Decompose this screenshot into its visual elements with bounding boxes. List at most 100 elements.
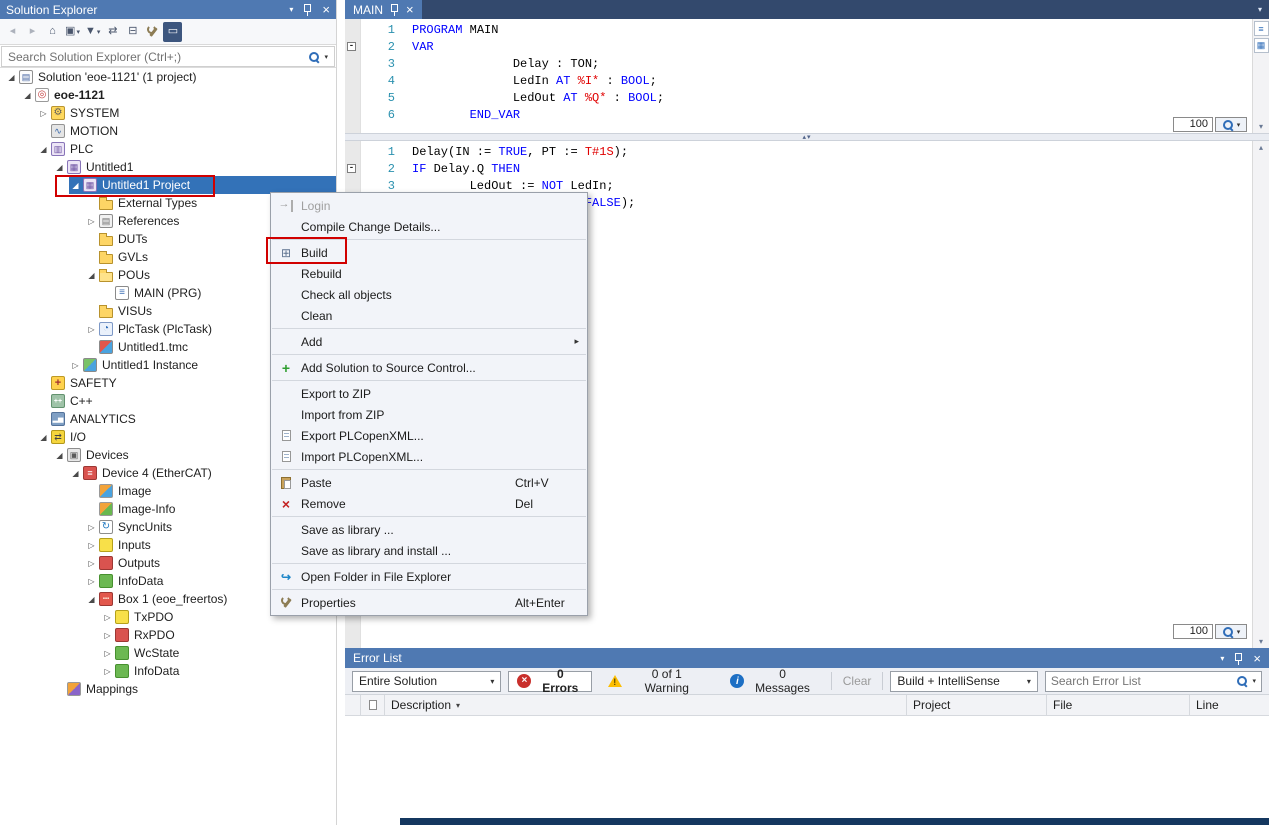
tree-item-label: References — [118, 214, 179, 228]
column-header-project[interactable]: Project — [907, 695, 1047, 715]
zoom-lens-button[interactable]: ▾ — [1215, 117, 1247, 132]
home-button[interactable]: ⌂ — [43, 22, 62, 42]
menu-item-add[interactable]: Add▸ — [271, 331, 587, 352]
menu-item-save-as-library-and-install[interactable]: Save as library and install ... — [271, 540, 587, 561]
error-list-search-input[interactable]: Search Error List ▾ — [1045, 671, 1262, 692]
tree-item-untitled1[interactable]: ◢Untitled1 — [0, 158, 336, 176]
source-filter-dropdown[interactable]: Build + IntelliSense ▾ — [890, 671, 1037, 692]
menu-item-check-all-objects[interactable]: Check all objects — [271, 284, 587, 305]
collapse-arrow-icon[interactable]: ◢ — [85, 271, 98, 280]
menu-item-compile-change-details[interactable]: Compile Change Details... — [271, 216, 587, 237]
tree-item-motion[interactable]: MOTION — [0, 122, 336, 140]
expand-arrow-icon[interactable]: ▷ — [101, 613, 114, 622]
scroll-up-arrow-icon[interactable]: ▴ — [1259, 143, 1263, 152]
collapse-arrow-icon[interactable]: ◢ — [37, 145, 50, 154]
zoom-level-field[interactable]: 100 — [1173, 117, 1213, 132]
collapse-arrow-icon[interactable]: ◢ — [69, 181, 82, 190]
pin-icon[interactable] — [1234, 652, 1243, 665]
expand-arrow-icon[interactable]: ▷ — [101, 649, 114, 658]
editor-splitter[interactable]: ▴▾ — [345, 133, 1269, 141]
menu-item-paste[interactable]: PasteCtrl+V — [271, 472, 587, 493]
menu-item-add-solution-to-source-control[interactable]: Add Solution to Source Control... — [271, 357, 587, 378]
tree-item-solution-eoe-1121-1-project[interactable]: ◢Solution 'eoe-1121' (1 project) — [0, 68, 336, 86]
collapse-arrow-icon[interactable]: ◢ — [53, 163, 66, 172]
expand-arrow-icon[interactable]: ▷ — [101, 667, 114, 676]
collapse-arrow-icon[interactable]: ◢ — [37, 433, 50, 442]
collapse-all-button[interactable]: ⊟ — [123, 22, 142, 42]
scope-filter-dropdown[interactable]: Entire Solution ▾ — [352, 671, 501, 692]
switch-views-button[interactable]: ▣▾ — [63, 22, 82, 42]
clear-button[interactable]: Clear — [839, 674, 876, 688]
expand-arrow-icon[interactable]: ▷ — [85, 541, 98, 550]
tree-item-eoe-1121[interactable]: ◢eoe-1121 — [0, 86, 336, 104]
expand-arrow-icon[interactable]: ▷ — [85, 523, 98, 532]
close-icon[interactable]: × — [322, 3, 330, 16]
chevron-down-icon: ▾ — [76, 28, 80, 36]
scroll-down-arrow-icon[interactable]: ▾ — [1259, 637, 1263, 646]
intellisense-toggle-icon[interactable]: ≡ — [1254, 21, 1269, 36]
collapse-arrow-icon[interactable]: ◢ — [85, 595, 98, 604]
preview-selected-button[interactable]: ▭ — [163, 22, 182, 42]
references-icon — [99, 214, 113, 228]
menu-item-export-to-zip[interactable]: Export to ZIP — [271, 383, 587, 404]
pin-icon[interactable] — [303, 3, 312, 16]
zoom-level-field[interactable]: 100 — [1173, 624, 1213, 639]
tree-item-rxpdo[interactable]: ▷RxPDO — [0, 626, 336, 644]
grid-view-icon[interactable]: ▦ — [1254, 38, 1269, 53]
sync-active-button[interactable]: ⇄ — [103, 22, 122, 42]
tree-item-infodata[interactable]: ▷InfoData — [0, 662, 336, 680]
menu-item-export-plcopenxml[interactable]: Export PLCopenXML... — [271, 425, 587, 446]
expand-arrow-icon[interactable]: ▷ — [85, 577, 98, 586]
collapse-arrow-icon[interactable]: ◢ — [21, 91, 34, 100]
search-input[interactable]: Search Solution Explorer (Ctrl+;) ▾ — [1, 46, 335, 67]
warnings-filter-button[interactable]: 0 of 1 Warning — [599, 671, 714, 692]
expand-arrow-icon[interactable]: ▷ — [85, 559, 98, 568]
menu-item-rebuild[interactable]: Rebuild — [271, 263, 587, 284]
tab-list-chevron-icon[interactable]: ▾ — [1258, 5, 1269, 14]
window-position-chevron-icon[interactable]: ▾ — [1220, 654, 1224, 663]
expand-arrow-icon[interactable]: ▷ — [85, 217, 98, 226]
menu-item-properties[interactable]: PropertiesAlt+Enter — [271, 592, 587, 613]
expand-arrow-icon[interactable]: ▷ — [37, 109, 50, 118]
back-button[interactable]: ◂ — [3, 22, 22, 42]
tab-main[interactable]: MAIN × — [345, 0, 422, 19]
scroll-down-arrow-icon[interactable]: ▾ — [1259, 122, 1263, 131]
window-position-chevron-icon[interactable]: ▾ — [289, 5, 293, 14]
menu-item-open-folder-in-file-explorer[interactable]: Open Folder in File Explorer — [271, 566, 587, 587]
menu-item-remove[interactable]: RemoveDel — [271, 493, 587, 514]
menu-item-clean[interactable]: Clean — [271, 305, 587, 326]
tree-item-mappings[interactable]: Mappings — [0, 680, 336, 698]
menu-item-login[interactable]: Login — [271, 195, 587, 216]
expand-arrow-icon[interactable]: ▷ — [69, 361, 82, 370]
zoom-lens-button[interactable]: ▾ — [1215, 624, 1247, 639]
menu-item-build[interactable]: Build — [271, 242, 587, 263]
expand-arrow-icon[interactable]: ▷ — [101, 631, 114, 640]
close-icon[interactable]: × — [406, 3, 414, 16]
collapse-arrow-icon[interactable]: ◢ — [69, 469, 82, 478]
fold-collapse-icon[interactable]: - — [347, 42, 356, 51]
menu-item-import-plcopenxml[interactable]: Import PLCopenXML... — [271, 446, 587, 467]
collapse-arrow-icon[interactable]: ◢ — [5, 73, 18, 82]
editor-scrollbar[interactable]: ▴ ▾ — [1252, 141, 1269, 648]
forward-button[interactable]: ▸ — [23, 22, 42, 42]
tree-item-wcstate[interactable]: ▷WcState — [0, 644, 336, 662]
collapse-arrow-icon[interactable]: ◢ — [53, 451, 66, 460]
fold-collapse-icon[interactable]: - — [347, 164, 356, 173]
severity-column-header[interactable] — [361, 695, 385, 715]
tree-item-plc[interactable]: ◢PLC — [0, 140, 336, 158]
close-icon[interactable]: × — [1253, 652, 1261, 665]
tree-item-system[interactable]: ▷SYSTEM — [0, 104, 336, 122]
column-header-file[interactable]: File — [1047, 695, 1190, 715]
pin-icon[interactable] — [390, 3, 399, 16]
messages-filter-button[interactable]: i 0 Messages — [721, 671, 823, 692]
expand-arrow-icon[interactable]: ▷ — [85, 325, 98, 334]
column-header-description[interactable]: Description▾ — [385, 695, 907, 715]
column-header-line[interactable]: Line — [1190, 695, 1269, 715]
properties-button[interactable] — [143, 22, 162, 42]
filter-button[interactable]: ▼▾ — [83, 22, 102, 42]
editor-scrollbar[interactable]: ≡ ▦ ▾ — [1252, 19, 1269, 133]
menu-item-import-from-zip[interactable]: Import from ZIP — [271, 404, 587, 425]
declaration-editor[interactable]: 1PROGRAM MAIN-2VAR3 Delay : TON;4 LedIn … — [345, 19, 1269, 133]
errors-filter-button[interactable]: × 0 Errors — [508, 671, 592, 692]
menu-item-save-as-library[interactable]: Save as library ... — [271, 519, 587, 540]
